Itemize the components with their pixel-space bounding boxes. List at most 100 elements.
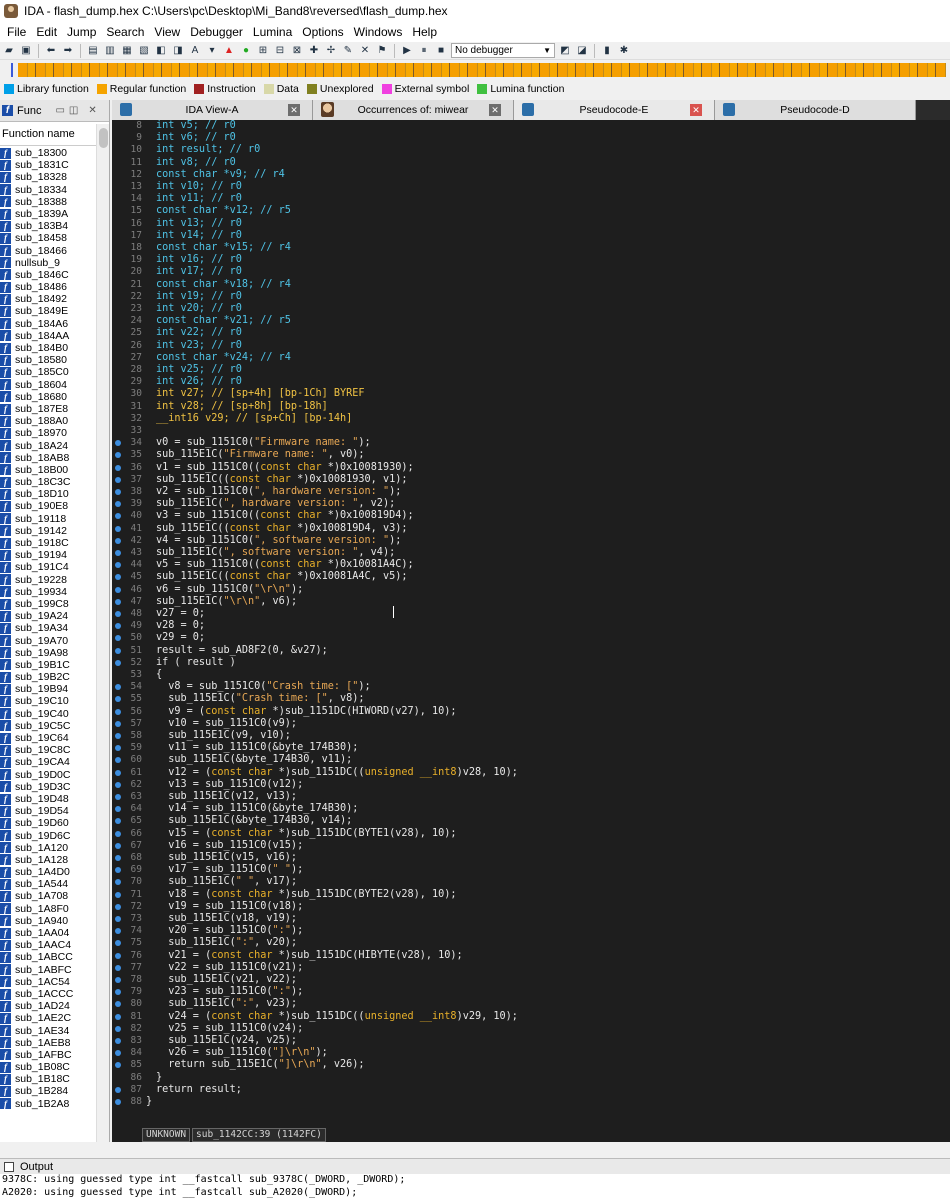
- menu-debugger[interactable]: Debugger: [185, 22, 248, 42]
- menu-file[interactable]: File: [2, 22, 31, 42]
- code-line[interactable]: 25 int v22; // r0: [112, 327, 950, 339]
- close-icon[interactable]: ✕: [489, 104, 501, 116]
- code-line[interactable]: 53 {: [112, 669, 950, 681]
- code-line[interactable]: 69 v17 = sub_1151C0(" ");: [112, 864, 950, 876]
- breakpoint-dot-icon[interactable]: [115, 1025, 121, 1032]
- breakpoint-dot-icon[interactable]: [115, 562, 121, 569]
- function-list-item[interactable]: f sub_1839A: [0, 208, 95, 220]
- breakpoint-dot-icon[interactable]: [115, 440, 121, 447]
- code-line[interactable]: 37 sub_115E1C((const char *)0x10081930, v…: [112, 474, 950, 486]
- code-icon[interactable]: ▤: [86, 44, 100, 58]
- code-line[interactable]: 58 sub_115E1C(v9, v10);: [112, 730, 950, 742]
- function-list-item[interactable]: f sub_19D3C: [0, 781, 95, 793]
- plus-icon[interactable]: ✚: [307, 44, 321, 58]
- code-line[interactable]: 65 sub_115E1C(&byte_174B30, v14);: [112, 815, 950, 827]
- code-line[interactable]: 12 const char *v9; // r4: [112, 169, 950, 181]
- code-line[interactable]: 87 return result;: [112, 1084, 950, 1096]
- restore-icon[interactable]: ▭: [55, 105, 64, 116]
- function-list-item[interactable]: f sub_18D10: [0, 488, 95, 500]
- code-line[interactable]: 67 v16 = sub_1151C0(v15);: [112, 840, 950, 852]
- breakpoint-dot-icon[interactable]: [115, 830, 121, 837]
- breakpoint-dot-icon[interactable]: [115, 1062, 121, 1069]
- code-line[interactable]: 48 v27 = 0;: [112, 608, 950, 620]
- code-line[interactable]: 32 __int16 v29; // [sp+Ch] [bp-14h]: [112, 413, 950, 425]
- function-list-item[interactable]: f sub_1AE34: [0, 1025, 95, 1037]
- run-icon[interactable]: ●: [239, 44, 253, 58]
- code-line[interactable]: 42 v4 = sub_1151C0(", software version: "…: [112, 535, 950, 547]
- function-list-item[interactable]: f sub_18970: [0, 427, 95, 439]
- debugger-select[interactable]: No debugger ▼: [451, 43, 555, 58]
- breakpoint-dot-icon[interactable]: [115, 842, 121, 849]
- string-icon[interactable]: ▦: [120, 44, 134, 58]
- code-line[interactable]: 11 int v8; // r0: [112, 157, 950, 169]
- script-icon[interactable]: ◩: [558, 44, 572, 58]
- play-icon[interactable]: ▶: [400, 44, 414, 58]
- function-list-item[interactable]: f sub_19D60: [0, 817, 95, 829]
- function-list-item[interactable]: f sub_18466: [0, 245, 95, 257]
- code-line[interactable]: 40 v3 = sub_1151C0((const char *)0x100819…: [112, 510, 950, 522]
- function-list-item[interactable]: f sub_1918C: [0, 537, 95, 549]
- code-line[interactable]: 23 int v20; // r0: [112, 303, 950, 315]
- delete-icon[interactable]: ✕: [358, 44, 372, 58]
- code-line[interactable]: 73 sub_115E1C(v18, v19);: [112, 913, 950, 925]
- breakpoint-dot-icon[interactable]: [115, 855, 121, 861]
- function-list-scrollbar[interactable]: [96, 124, 109, 1142]
- breakpoint-dot-icon[interactable]: [115, 928, 121, 935]
- function-list-item[interactable]: f sub_1B08C: [0, 1061, 95, 1073]
- function-list-item[interactable]: f sub_188A0: [0, 415, 95, 427]
- code-line[interactable]: 34 v0 = sub_1151C0("Firmware name: ");: [112, 437, 950, 449]
- function-list-item[interactable]: f sub_19A98: [0, 647, 95, 659]
- function-list-item[interactable]: f sub_184A6: [0, 318, 95, 330]
- code-line[interactable]: 30 int v27; // [sp+4h] [bp-1Ch] BYREF: [112, 388, 950, 400]
- code-line[interactable]: 43 sub_115E1C(", software version: ", v4)…: [112, 547, 950, 559]
- function-name-header[interactable]: Function name: [0, 122, 109, 146]
- function-list-item[interactable]: f sub_1846C: [0, 269, 95, 281]
- code-line[interactable]: 13 int v10; // r0: [112, 181, 950, 193]
- code-line[interactable]: 83 sub_115E1C(v24, v25);: [112, 1035, 950, 1047]
- menu-lumina[interactable]: Lumina: [248, 22, 297, 42]
- tab-pseudocode-e[interactable]: Pseudocode-E ✕: [514, 100, 715, 120]
- menu-options[interactable]: Options: [297, 22, 348, 42]
- code-line[interactable]: 44 v5 = sub_1151C0((const char *)0x10081A…: [112, 559, 950, 571]
- function-list-item[interactable]: f sub_1831C: [0, 159, 95, 171]
- code-line[interactable]: 52 if ( result ): [112, 657, 950, 669]
- function-list-item[interactable]: f sub_1B284: [0, 1085, 95, 1097]
- breakpoint-dot-icon[interactable]: [115, 964, 121, 971]
- code-line[interactable]: 33: [112, 425, 950, 437]
- function-list-item[interactable]: f sub_19C8C: [0, 744, 95, 756]
- code-line[interactable]: 81 v24 = (const char *)sub_1151DC((unsig…: [112, 1011, 950, 1023]
- breakpoint-dot-icon[interactable]: [115, 684, 121, 691]
- function-list-item[interactable]: f sub_19CA4: [0, 756, 95, 768]
- breakpoint-dot-icon[interactable]: [115, 659, 121, 666]
- code-line[interactable]: 18 const char *v15; // r4: [112, 242, 950, 254]
- code-line[interactable]: 66 v15 = (const char *)sub_1151DC(BYTE1(…: [112, 828, 950, 840]
- function-list-item[interactable]: f sub_18B00: [0, 464, 95, 476]
- breakpoint-dot-icon[interactable]: [115, 916, 121, 922]
- settings-icon[interactable]: ◪: [575, 44, 589, 58]
- breakpoint-dot-icon[interactable]: [115, 940, 121, 947]
- breakpoint-dot-icon[interactable]: [115, 1013, 121, 1020]
- function-list-item[interactable]: f sub_19B94: [0, 683, 95, 695]
- edit-icon[interactable]: ✎: [341, 44, 355, 58]
- tab-ida-view-a[interactable]: IDA View-A ✕: [112, 100, 313, 120]
- function-list-item[interactable]: f sub_19B2C: [0, 671, 95, 683]
- function-list-item[interactable]: f sub_1A120: [0, 842, 95, 854]
- code-line[interactable]: 29 int v26; // r0: [112, 376, 950, 388]
- function-list-item[interactable]: f sub_18300: [0, 147, 95, 159]
- pause-icon[interactable]: ⏸: [417, 44, 431, 58]
- breakpoint-dot-icon[interactable]: [115, 903, 121, 910]
- code-line[interactable]: 21 const char *v18; // r4: [112, 279, 950, 291]
- breakpoint-dot-icon[interactable]: [115, 574, 121, 581]
- function-list-item[interactable]: f sub_1B2A8: [0, 1098, 95, 1110]
- breakpoint-dot-icon[interactable]: [115, 525, 121, 532]
- breakpoint-dot-icon[interactable]: [115, 989, 121, 996]
- function-list-item[interactable]: f sub_19C40: [0, 708, 95, 720]
- function-list-item[interactable]: f sub_18680: [0, 391, 95, 403]
- undefine-icon[interactable]: ◧: [154, 44, 168, 58]
- breakpoint-dot-icon[interactable]: [115, 501, 121, 508]
- breakpoint-dot-icon[interactable]: [115, 1050, 121, 1057]
- function-list-item[interactable]: f sub_18A24: [0, 440, 95, 452]
- breakpoint-dot-icon[interactable]: [115, 757, 121, 764]
- function-list-item[interactable]: f sub_1AA04: [0, 927, 95, 939]
- code-line[interactable]: 70 sub_115E1C(" ", v17);: [112, 876, 950, 888]
